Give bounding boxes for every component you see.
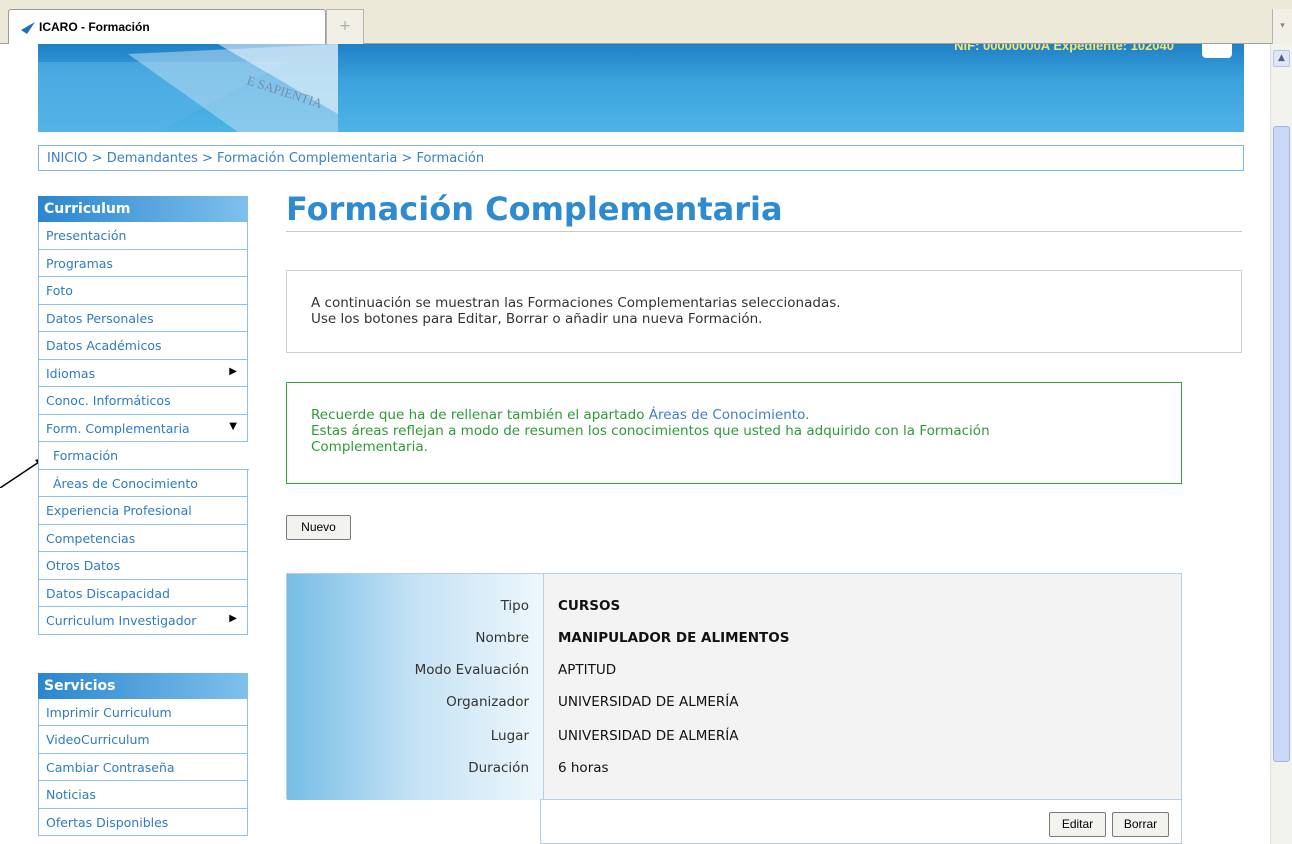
notice-period: .	[805, 407, 810, 423]
detail-label-tipo: Tipo	[500, 598, 529, 614]
sidebar-item-label: Form. Complementaria	[46, 420, 190, 436]
new-button[interactable]: Nuevo	[286, 515, 351, 540]
sidebar-item-imprimir-curriculum[interactable]: Imprimir Curriculum	[38, 698, 248, 726]
sidebar-item-foto[interactable]: Foto	[38, 277, 248, 305]
areas-conocimiento-link[interactable]: Áreas de Conocimiento	[649, 407, 805, 423]
sidebar: Curriculum Presentación Programas Foto D…	[38, 196, 249, 836]
nif-expediente: NIF: 00000000A Expediente: 102040	[954, 44, 1174, 53]
sidebar-item-curriculum-investigador[interactable]: Curriculum Investigador ▶	[38, 607, 248, 635]
info-line-1: A continuación se muestran las Formacion…	[311, 295, 841, 311]
formacion-detail-table: Tipo Nombre Modo Evaluación Organizador …	[286, 573, 1182, 800]
banner-corner-button	[1202, 44, 1232, 58]
sidebar-item-label: Curriculum Investigador	[46, 613, 197, 628]
scroll-up-icon[interactable]: ▲	[1273, 50, 1290, 67]
sidebar-item-label: Presentación	[46, 228, 127, 243]
sidebar-item-videocurriculum[interactable]: VideoCurriculum	[38, 726, 248, 754]
sidebar-item-label: Idiomas	[46, 365, 96, 381]
info-box: A continuación se muestran las Formacion…	[286, 270, 1242, 353]
sidebar-item-label: Noticias	[46, 787, 96, 802]
servicios-menu: Imprimir Curriculum VideoCurriculum Camb…	[38, 698, 248, 836]
sidebar-item-competencias[interactable]: Competencias	[38, 524, 248, 552]
notice-box: Recuerde que ha de rellenar también el a…	[286, 382, 1182, 484]
submenu-arrow-icon: ▶	[229, 613, 237, 624]
breadcrumb[interactable]: INICIO > Demandantes > Formación Complem…	[38, 145, 1244, 171]
sidebar-item-label: Datos Discapacidad	[46, 585, 170, 601]
sidebar-item-label: Otros Datos	[46, 558, 121, 573]
sidebar-item-form-complementaria[interactable]: Form. Complementaria ▼	[38, 414, 248, 442]
new-tab-button[interactable]: +	[326, 9, 364, 44]
detail-label-duracion: Duración	[468, 760, 529, 776]
sidebar-item-datos-academicos[interactable]: Datos Académicos	[38, 332, 248, 360]
detail-labels-column: Tipo Nombre Modo Evaluación Organizador …	[287, 574, 543, 800]
browser-tab-title: ICARO - Formación	[39, 20, 150, 34]
notice-line-3: Complementaria.	[311, 439, 428, 455]
sidebar-item-label: Imprimir Curriculum	[46, 704, 172, 720]
detail-value-modo-evaluacion: APTITUD	[558, 662, 617, 678]
detail-label-modo-evaluacion: Modo Evaluación	[414, 662, 529, 678]
sidebar-item-experiencia-profesional[interactable]: Experiencia Profesional	[38, 497, 248, 525]
sidebar-item-label: Áreas de Conocimiento	[53, 475, 198, 491]
sidebar-item-datos-discapacidad[interactable]: Datos Discapacidad	[38, 579, 248, 607]
sidebar-item-label: Datos Académicos	[46, 338, 162, 353]
notice-text: Recuerde que ha de rellenar también el a…	[311, 407, 649, 423]
sidebar-heading-servicios: Servicios	[38, 672, 248, 699]
main-content: Formación Complementaria A continuación …	[286, 190, 1242, 844]
sidebar-item-programas[interactable]: Programas	[38, 249, 248, 277]
icaro-favicon-icon	[21, 22, 35, 34]
browser-tab[interactable]: ICARO - Formación	[8, 9, 326, 44]
sidebar-item-idiomas[interactable]: Idiomas ▶	[38, 359, 248, 387]
curriculum-menu: Presentación Programas Foto Datos Person…	[38, 222, 249, 635]
detail-value-nombre: MANIPULADOR DE ALIMENTOS	[558, 630, 790, 646]
edit-button[interactable]: Editar	[1049, 812, 1106, 837]
expanded-arrow-icon: ▼	[229, 420, 237, 432]
sidebar-item-otros-datos[interactable]: Otros Datos	[38, 552, 248, 580]
sidebar-item-label: VideoCurriculum	[46, 732, 150, 747]
sidebar-item-label: Foto	[46, 283, 73, 298]
sidebar-item-label: Programas	[46, 255, 113, 271]
notice-line-1: Recuerde que ha de rellenar también el a…	[311, 407, 1181, 423]
sidebar-item-label: Experiencia Profesional	[46, 503, 192, 518]
scroll-thumb[interactable]	[1273, 126, 1290, 762]
sidebar-item-ofertas-disponibles[interactable]: Ofertas Disponibles	[38, 808, 248, 836]
sidebar-item-datos-personales[interactable]: Datos Personales	[38, 304, 248, 332]
sidebar-item-label: Formación	[53, 448, 119, 463]
detail-value-lugar: UNIVERSIDAD DE ALMERÍA	[558, 728, 739, 744]
sidebar-item-label: Datos Personales	[46, 310, 154, 326]
vertical-scrollbar[interactable]: ▲	[1270, 44, 1292, 844]
sidebar-item-conoc-informaticos[interactable]: Conoc. Informáticos	[38, 387, 248, 415]
detail-actions-row: Editar Borrar	[540, 799, 1182, 844]
university-seal-logo: E SAPIENTIA	[38, 44, 338, 132]
sidebar-item-areas-conocimiento[interactable]: Áreas de Conocimiento	[38, 469, 248, 497]
detail-value-organizador: UNIVERSIDAD DE ALMERÍA	[558, 694, 739, 710]
sidebar-item-presentacion[interactable]: Presentación	[38, 222, 248, 250]
detail-values-column: CURSOS MANIPULADOR DE ALIMENTOS APTITUD …	[543, 574, 1181, 800]
detail-label-nombre: Nombre	[475, 630, 529, 646]
sidebar-item-label: Ofertas Disponibles	[46, 814, 169, 830]
sidebar-item-formacion[interactable]: Formación	[38, 442, 249, 470]
sidebar-item-label: Competencias	[46, 530, 136, 546]
detail-value-duracion: 6 horas	[558, 760, 609, 776]
sidebar-heading-curriculum: Curriculum	[38, 196, 248, 222]
submenu-arrow-icon: ▶	[229, 365, 237, 377]
detail-label-lugar: Lugar	[490, 728, 529, 744]
sidebar-item-cambiar-contrasena[interactable]: Cambiar Contraseña	[38, 753, 248, 781]
detail-label-organizador: Organizador	[446, 694, 529, 710]
page-title: Formación Complementaria	[286, 190, 1242, 232]
sidebar-item-noticias[interactable]: Noticias	[38, 781, 248, 809]
detail-value-tipo: CURSOS	[558, 598, 621, 614]
notice-line-2: Estas áreas reflejan a modo de resumen l…	[311, 423, 990, 439]
delete-button[interactable]: Borrar	[1112, 812, 1169, 837]
sidebar-item-label: Conoc. Informáticos	[46, 393, 171, 408]
header-banner: E SAPIENTIA NIF: 00000000A Expediente: 1…	[38, 44, 1244, 132]
browser-tab-bar: ICARO - Formación + ▾	[0, 0, 1292, 44]
info-line-2: Use los botones para Editar, Borrar o añ…	[311, 311, 763, 327]
tab-list-button[interactable]: ▾	[1272, 9, 1292, 44]
sidebar-item-label: Cambiar Contraseña	[46, 759, 175, 775]
